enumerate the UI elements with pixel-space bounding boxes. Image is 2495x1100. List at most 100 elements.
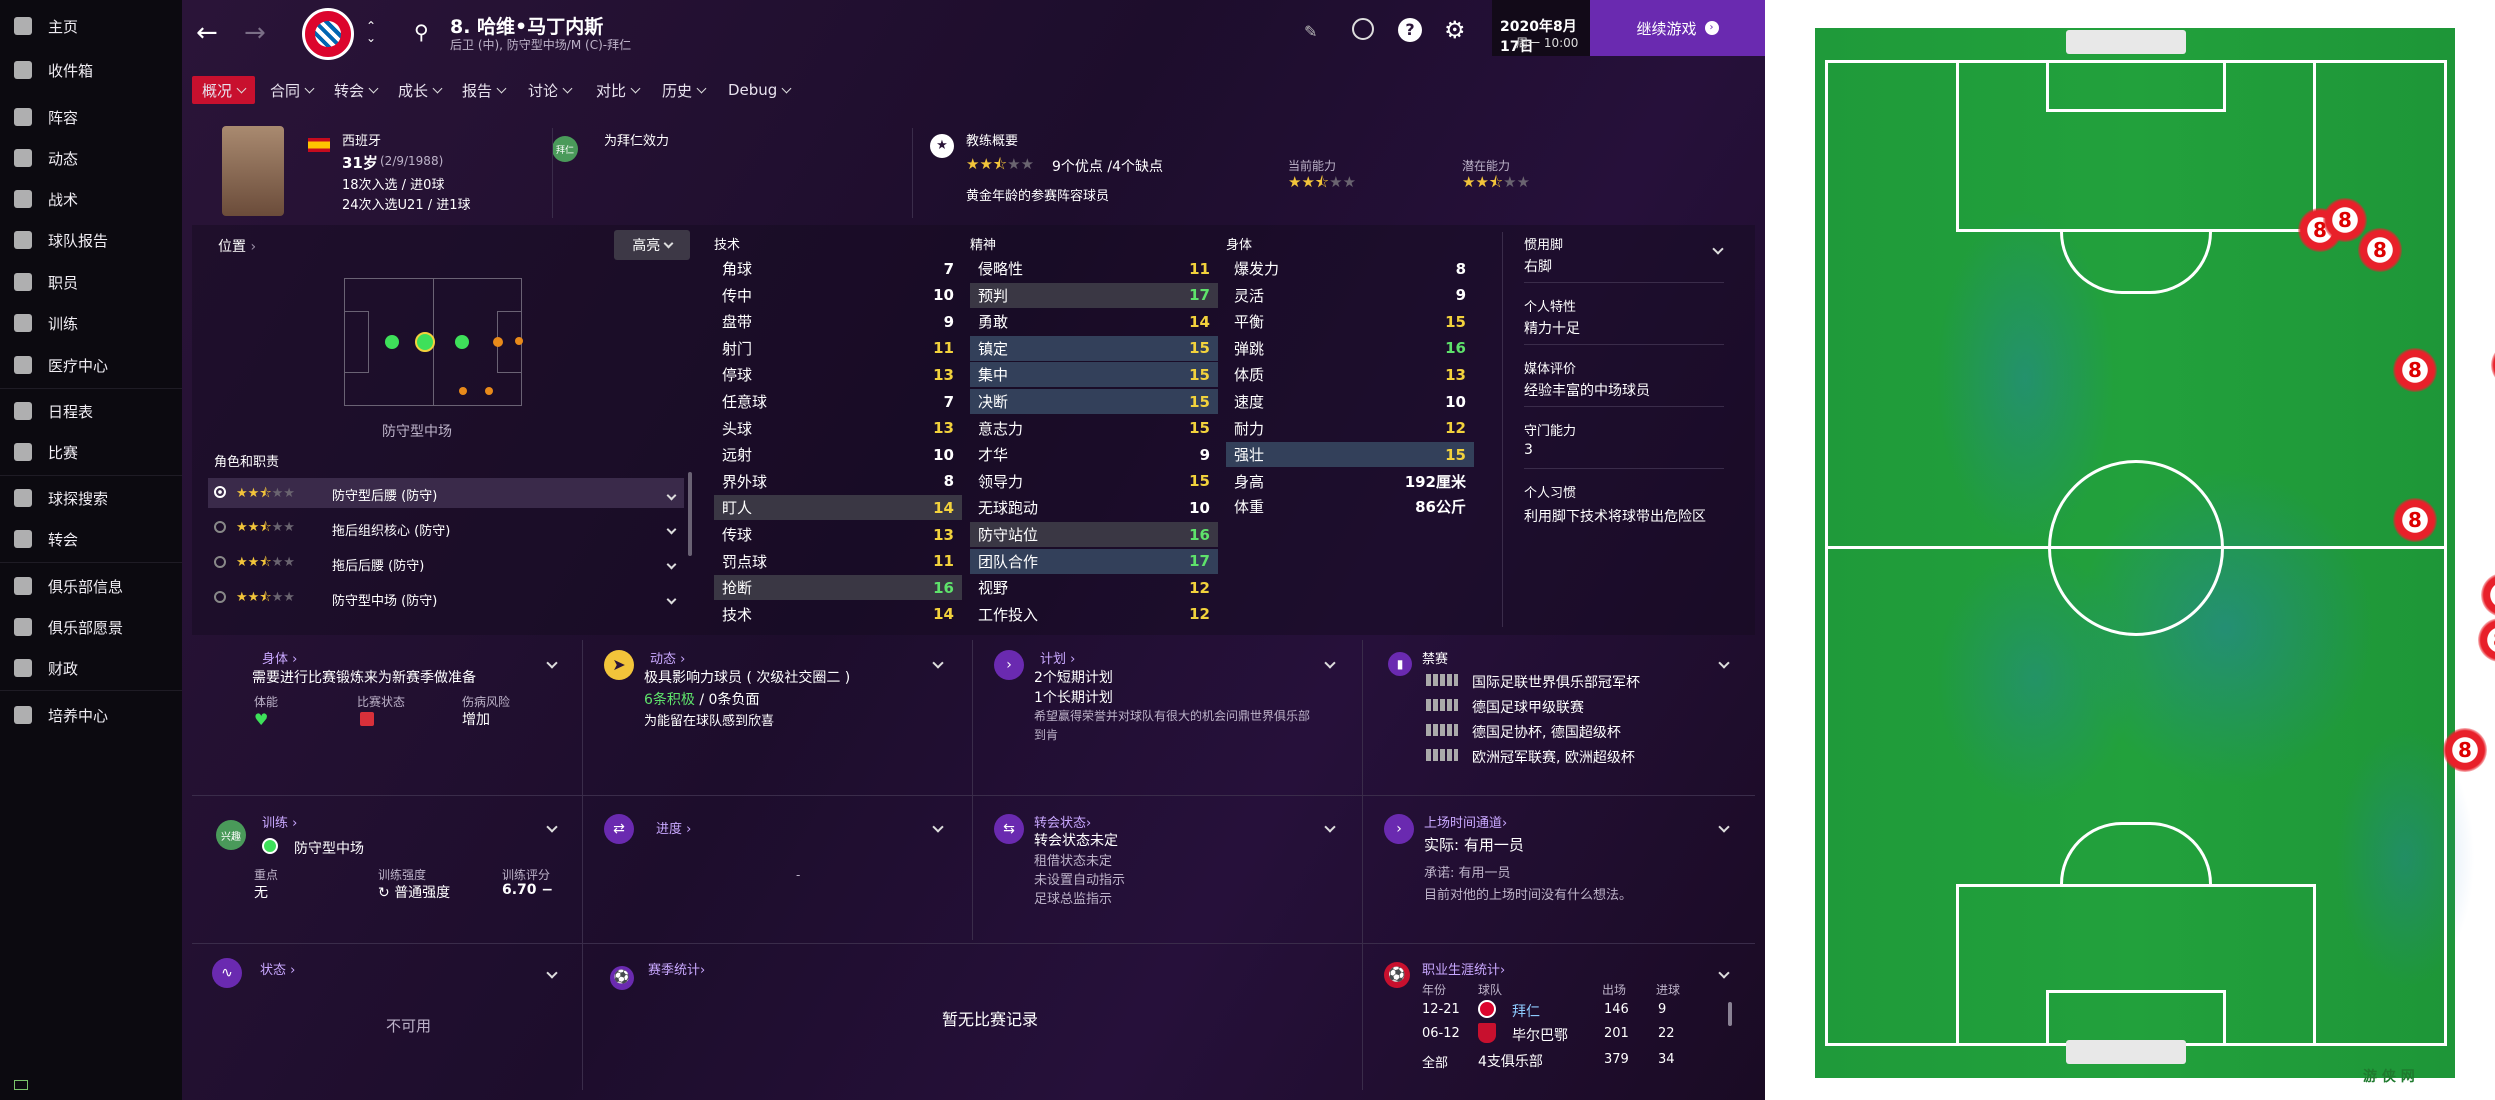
attribute-row[interactable]: 预判 17 xyxy=(970,282,1218,308)
tab-history[interactable]: 历史 xyxy=(662,76,707,104)
career-team[interactable]: 毕尔巴鄂 xyxy=(1512,1025,1568,1045)
chevron-down-icon[interactable] xyxy=(546,962,558,981)
chevron-down-icon[interactable] xyxy=(666,553,677,572)
attribute-row[interactable]: 抢断 16 xyxy=(714,575,962,601)
attribute-row[interactable]: 技术 14 xyxy=(714,602,962,627)
attribute-row[interactable]: 爆发力 8 xyxy=(1226,256,1474,281)
sidebar-item-medical[interactable]: 医疗中心 xyxy=(0,347,182,383)
attribute-row[interactable]: 视野 12 xyxy=(970,575,1218,600)
attribute-row[interactable]: 防守站位 16 xyxy=(970,522,1218,547)
highlight-dropdown[interactable]: 高亮 xyxy=(614,230,690,260)
radio[interactable] xyxy=(214,521,226,533)
attribute-row[interactable]: 团队合作 17 xyxy=(970,548,1218,574)
attribute-row[interactable]: 传球 13 xyxy=(714,522,962,547)
card-career-title[interactable]: 职业生涯统计› xyxy=(1422,959,1505,978)
chevron-down-icon[interactable] xyxy=(666,518,677,537)
sidebar-item-competitions[interactable]: 比赛 xyxy=(0,434,182,470)
attribute-row[interactable]: 盯人 14 xyxy=(714,495,962,521)
forward-arrow-icon[interactable]: → xyxy=(244,18,266,48)
chevron-down-icon[interactable] xyxy=(1718,816,1730,835)
career-team-link[interactable]: 拜仁 xyxy=(1512,1001,1540,1021)
attribute-row[interactable]: 界外球 8 xyxy=(714,469,962,494)
attribute-row[interactable]: 传中 10 xyxy=(714,283,962,308)
tab-reports[interactable]: 报告 xyxy=(462,76,507,104)
tab-contract[interactable]: 合同 xyxy=(270,76,315,104)
radio[interactable] xyxy=(214,556,226,568)
chevron-down-icon[interactable] xyxy=(1712,238,1724,257)
back-arrow-icon[interactable]: ← xyxy=(196,18,218,48)
attribute-row[interactable]: 平衡 15 xyxy=(1226,309,1474,334)
attribute-row[interactable]: 灵活 9 xyxy=(1226,283,1474,308)
club-switch-icon[interactable]: ⌃ ⌄ xyxy=(366,20,376,44)
sidebar-item-club-info[interactable]: 俱乐部信息 xyxy=(0,568,182,604)
chevron-down-icon[interactable] xyxy=(1324,816,1336,835)
attribute-row[interactable]: 侵略性 11 xyxy=(970,256,1218,281)
attribute-row[interactable]: 体质 13 xyxy=(1226,362,1474,387)
tab-transfer[interactable]: 转会 xyxy=(334,76,379,104)
attribute-row[interactable]: 角球 7 xyxy=(714,256,962,281)
card-playtime-title[interactable]: 上场时间通道› xyxy=(1424,812,1507,831)
sidebar-item-staff[interactable]: 职员 xyxy=(0,264,182,300)
sidebar-item-team-report[interactable]: 球队报告 xyxy=(0,222,182,258)
tab-development[interactable]: 成长 xyxy=(398,76,443,104)
card-body-title[interactable]: 身体 › xyxy=(262,648,297,667)
attribute-row[interactable]: 远射 10 xyxy=(714,442,962,467)
card-training-title[interactable]: 训练 › xyxy=(262,812,297,831)
sidebar-item-development[interactable]: 培养中心 xyxy=(0,697,182,733)
chevron-down-icon[interactable] xyxy=(1718,652,1730,671)
attribute-row[interactable]: 意志力 15 xyxy=(970,416,1218,441)
search-icon[interactable]: ⚲ xyxy=(414,20,429,44)
attribute-row[interactable]: 任意球 7 xyxy=(714,389,962,414)
radio[interactable] xyxy=(214,591,226,603)
attribute-row[interactable]: 盘带 9 xyxy=(714,309,962,334)
sidebar-item-schedule[interactable]: 日程表 xyxy=(0,393,182,429)
position-title[interactable]: 位置 › xyxy=(218,236,256,256)
attribute-row[interactable]: 头球 13 xyxy=(714,416,962,441)
edit-icon[interactable]: ✎ xyxy=(1304,22,1317,41)
attribute-row[interactable]: 集中 15 xyxy=(970,362,1218,388)
card-plan-title[interactable]: 计划 › xyxy=(1040,648,1075,667)
sidebar-item-club-vision[interactable]: 俱乐部愿景 xyxy=(0,609,182,645)
attribute-row[interactable]: 勇敢 14 xyxy=(970,309,1218,334)
attribute-row[interactable]: 射门 11 xyxy=(714,336,962,361)
chevron-down-icon[interactable] xyxy=(932,816,944,835)
career-scrollbar[interactable] xyxy=(1728,1002,1732,1026)
sidebar-item-dynamics[interactable]: 动态 xyxy=(0,140,182,176)
chevron-down-icon[interactable] xyxy=(932,652,944,671)
attribute-row[interactable]: 速度 10 xyxy=(1226,389,1474,414)
attribute-row[interactable]: 工作投入 12 xyxy=(970,602,1218,627)
gear-icon[interactable]: ⚙ xyxy=(1444,16,1466,44)
attribute-row[interactable]: 罚点球 11 xyxy=(714,549,962,574)
card-season-title[interactable]: 赛季统计› xyxy=(648,959,705,978)
chevron-down-icon[interactable] xyxy=(666,588,677,607)
chevron-down-icon[interactable] xyxy=(666,484,677,503)
roles-scrollbar[interactable] xyxy=(688,472,692,556)
club-logo[interactable] xyxy=(302,8,354,60)
chevron-down-icon[interactable] xyxy=(1718,962,1730,981)
attribute-row[interactable]: 弹跳 16 xyxy=(1226,336,1474,361)
feedback-icon[interactable] xyxy=(1352,18,1374,40)
attribute-row[interactable]: 决断 15 xyxy=(970,389,1218,414)
sidebar-item-finances[interactable]: 财政 xyxy=(0,650,182,686)
card-form-title[interactable]: 状态 › xyxy=(260,959,295,978)
tab-overview[interactable]: 概况 xyxy=(192,76,256,104)
tab-debug[interactable]: Debug xyxy=(728,76,792,104)
sidebar-item-home[interactable]: 主页 xyxy=(0,8,182,44)
attribute-row[interactable]: 镇定 15 xyxy=(970,335,1218,361)
help-icon[interactable]: ? xyxy=(1398,18,1422,42)
card-dynamics-title[interactable]: 动态 › xyxy=(650,648,685,667)
chevron-down-icon[interactable] xyxy=(546,816,558,835)
tab-discuss[interactable]: 讨论 xyxy=(528,76,573,104)
sidebar-item-squad[interactable]: 阵容 xyxy=(0,99,182,135)
attribute-row[interactable]: 停球 13 xyxy=(714,362,962,387)
attribute-row[interactable]: 耐力 12 xyxy=(1226,416,1474,441)
card-progress-title[interactable]: 进度 › xyxy=(656,818,691,837)
sidebar-item-training[interactable]: 训练 xyxy=(0,305,182,341)
status-icon[interactable] xyxy=(14,1080,28,1090)
chevron-down-icon[interactable] xyxy=(546,652,558,671)
attribute-row[interactable]: 才华 9 xyxy=(970,442,1218,467)
sidebar-item-inbox[interactable]: 收件箱 xyxy=(0,52,182,88)
continue-button[interactable]: 继续游戏 › xyxy=(1590,0,1765,56)
attribute-row[interactable]: 强壮 15 xyxy=(1226,442,1474,468)
attribute-row[interactable]: 领导力 15 xyxy=(970,469,1218,494)
